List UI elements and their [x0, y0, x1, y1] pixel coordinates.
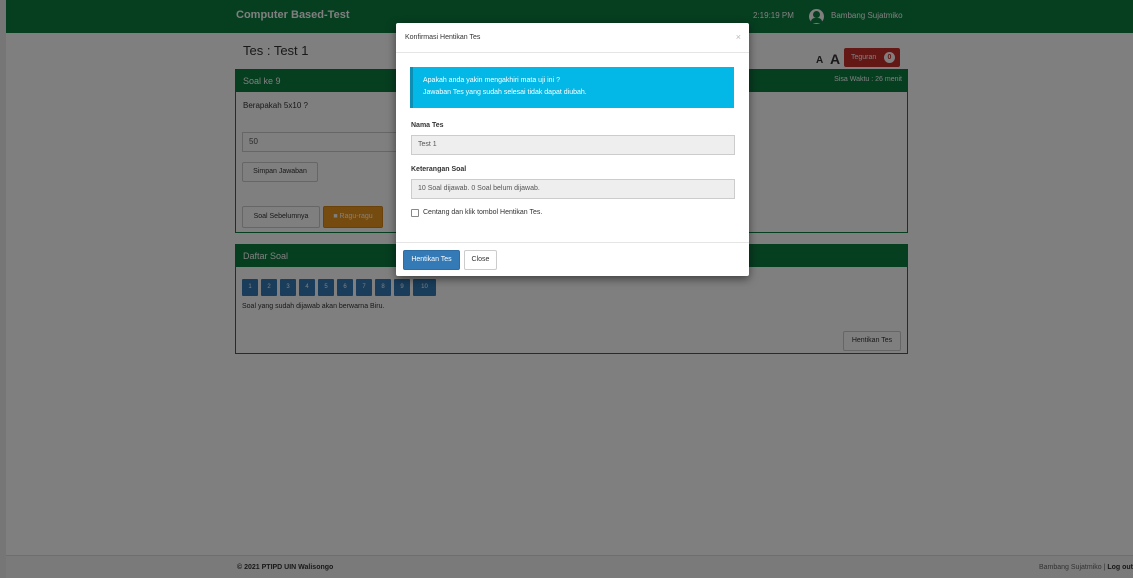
alert-line-2: Jawaban Tes yang sudah selesai tidak dap…: [423, 89, 587, 96]
divider: [396, 242, 749, 243]
test-name-field: Test 1: [411, 135, 735, 155]
modal-title: Konfirmasi Hentikan Tes: [405, 34, 481, 41]
modal-close-button[interactable]: Close: [464, 250, 497, 270]
question-summary-label: Keterangan Soal: [411, 166, 467, 173]
divider: [396, 52, 749, 53]
question-summary-field: 10 Soal dijawab. 0 Soal belum dijawab.: [411, 179, 735, 199]
confirm-stop-button[interactable]: Hentikan Tes: [403, 250, 460, 270]
confirm-checkbox-label[interactable]: Centang dan klik tombol Hentikan Tes.: [423, 209, 542, 216]
close-icon[interactable]: ×: [736, 32, 741, 42]
confirm-checkbox[interactable]: [411, 209, 419, 217]
confirm-stop-modal: Konfirmasi Hentikan Tes × Apakah anda ya…: [396, 23, 749, 276]
test-name-label: Nama Tes: [411, 122, 444, 129]
info-alert: Apakah anda yakin mengakhiri mata uji in…: [410, 67, 734, 108]
alert-line-1: Apakah anda yakin mengakhiri mata uji in…: [423, 77, 560, 84]
